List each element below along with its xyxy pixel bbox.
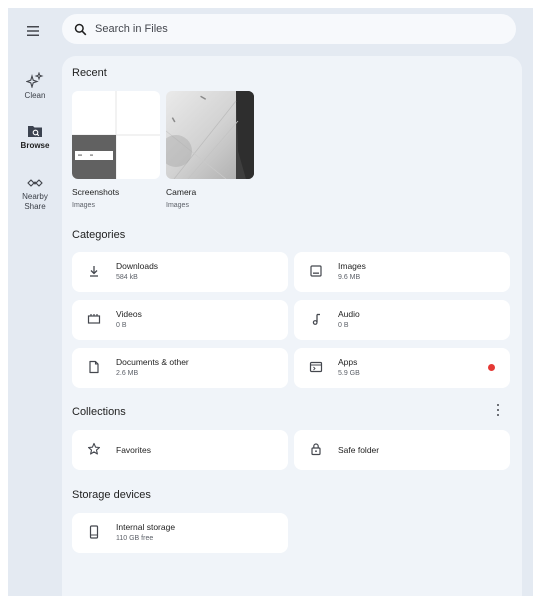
category-apps[interactable]: Apps 5.9 GB — [294, 348, 510, 388]
nav-nearby-share[interactable]: Nearby Share — [14, 177, 56, 212]
collection-safe-folder-name: Safe folder — [338, 445, 380, 455]
nav-nearby-share-label: Nearby Share — [22, 192, 48, 211]
collections-more-button[interactable] — [494, 403, 502, 417]
category-downloads-name: Downloads — [116, 261, 159, 271]
category-videos[interactable]: Videos 0 B — [72, 300, 288, 340]
category-videos-name: Videos — [116, 309, 142, 319]
category-audio-name: Audio — [338, 309, 360, 319]
category-downloads[interactable]: Downloads 584 kB — [72, 252, 288, 292]
nearby-share-icon — [27, 179, 43, 187]
storage-internal-free: 110 GB free — [116, 535, 154, 542]
category-apps-size: 5.9 GB — [338, 370, 360, 377]
category-images-name: Images — [338, 261, 366, 271]
nav-browse[interactable]: Browse — [14, 124, 56, 151]
storage-internal[interactable]: Internal storage 110 GB free — [72, 513, 288, 553]
left-edge — [0, 8, 8, 596]
menu-button[interactable] — [22, 22, 44, 40]
star-icon — [87, 442, 101, 455]
recent-camera-thumbnail[interactable] — [166, 91, 254, 179]
recent-screenshots-thumbnail[interactable] — [72, 91, 160, 179]
category-images-size: 9.6 MB — [338, 274, 361, 281]
nav-clean[interactable]: Clean — [14, 72, 56, 101]
collection-favorites[interactable]: Favorites — [72, 430, 288, 470]
browse-folder-icon — [28, 126, 42, 137]
nav-browse-label: Browse — [20, 141, 50, 150]
recent-camera-type: Images — [166, 202, 189, 209]
collections-title: Collections — [72, 406, 126, 418]
category-documents-size: 2.6 MB — [116, 370, 139, 377]
image-icon — [310, 265, 322, 277]
category-downloads-size: 584 kB — [116, 274, 138, 281]
storage-internal-name: Internal storage — [116, 522, 176, 532]
menu-icon — [27, 26, 39, 36]
apps-icon — [309, 361, 323, 373]
search-icon — [74, 23, 87, 35]
storage-title: Storage devices — [72, 489, 151, 501]
category-audio-size: 0 B — [338, 322, 349, 329]
categories-title: Categories — [72, 229, 126, 241]
recent-screenshots-name: Screenshots — [72, 187, 120, 197]
more-vert-icon — [496, 404, 500, 407]
category-videos-size: 0 B — [116, 322, 127, 329]
nav-clean-label: Clean — [24, 91, 46, 100]
category-apps-name: Apps — [338, 357, 358, 367]
collection-favorites-name: Favorites — [116, 445, 151, 455]
video-icon — [87, 314, 101, 324]
recent-title: Recent — [72, 67, 107, 79]
search-input[interactable]: Search in Files — [95, 23, 168, 35]
category-images[interactable]: Images 9.6 MB — [294, 252, 510, 292]
category-audio[interactable]: Audio 0 B — [294, 300, 510, 340]
screenshot-preview-image — [72, 91, 160, 179]
sparkle-icon — [26, 72, 44, 88]
recent-camera-name: Camera — [166, 187, 197, 197]
category-documents[interactable]: Documents & other 2.6 MB — [72, 348, 288, 388]
phone-icon — [89, 525, 99, 539]
category-documents-name: Documents & other — [116, 357, 189, 367]
collection-safe-folder[interactable]: Safe folder — [294, 430, 510, 470]
top-edge — [0, 0, 533, 8]
document-icon — [89, 360, 99, 374]
camera-preview-image — [166, 91, 254, 179]
recent-screenshots-type: Images — [72, 202, 95, 209]
download-icon — [90, 266, 98, 277]
apps-notification-badge — [488, 364, 495, 371]
lock-icon — [311, 443, 321, 456]
browse-panel: Recent Screenshots Images Camera Images … — [62, 56, 522, 596]
music-note-icon — [312, 313, 320, 325]
search-bar[interactable]: Search in Files — [62, 14, 516, 44]
